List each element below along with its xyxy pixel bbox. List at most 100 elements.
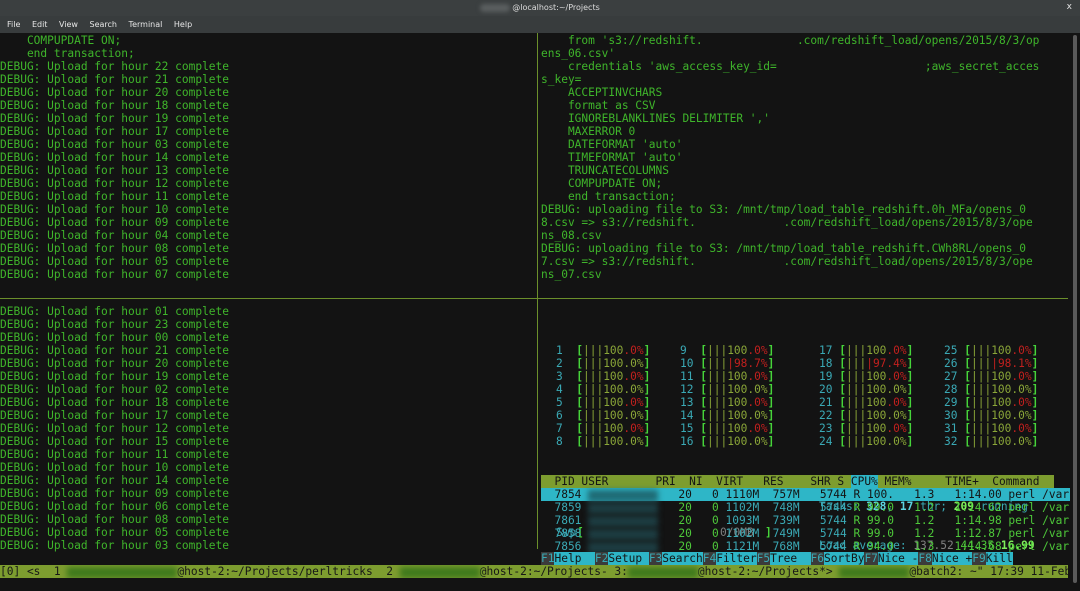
meter-bracket: ] bbox=[767, 370, 775, 383]
fkey-setup[interactable]: F2Setup bbox=[594, 552, 649, 565]
meter-bar: ||| bbox=[706, 422, 728, 435]
fkey-label: Tree bbox=[770, 552, 811, 565]
meter-bracket: ] bbox=[767, 344, 775, 357]
fkey-number: F6 bbox=[810, 552, 825, 565]
pane-divider-vertical[interactable] bbox=[537, 33, 538, 549]
scrollbar-thumb[interactable] bbox=[1073, 35, 1077, 583]
output-line: from 's3://redshift. .com/redshift_load/… bbox=[541, 34, 1040, 47]
window-1-tab[interactable]: 1 @host-2:~/Projects/perltricks bbox=[54, 565, 380, 578]
process-stats: R 99.0 1.2 1:14.62 perl /var bbox=[846, 501, 1070, 514]
cpu-percent: 97.4% bbox=[872, 357, 907, 370]
fkey-sortby[interactable]: F6SortBy bbox=[810, 552, 865, 565]
cpu-id: 20 bbox=[819, 383, 840, 396]
cpu-meters: 1 [|||100.0%] 9 [|||100.0%] 17 [|||100.0%]… bbox=[540, 344, 1070, 448]
cpu-meter-row: 4 [|||100.0%] 12 [|||100.0%] 20 [|||100.0%… bbox=[540, 383, 1070, 396]
meter-bracket: [ bbox=[576, 383, 583, 396]
cpu-percent: .0% bbox=[886, 383, 907, 396]
fkey-kill[interactable]: F9Kill bbox=[972, 552, 1013, 565]
cpu-id: 4 bbox=[556, 383, 577, 396]
process-row[interactable]: 7859 20 0 1102M 748M 5744 R 99.0 1.2 1:1… bbox=[541, 501, 1070, 514]
process-ni: 0 bbox=[691, 527, 719, 540]
menu-file[interactable]: File bbox=[7, 16, 20, 29]
meter-bracket: [ bbox=[576, 370, 583, 383]
meter-bar: ||| bbox=[706, 396, 728, 409]
fkey-label: Nice - bbox=[877, 552, 919, 565]
cpu-percent: .0% bbox=[623, 357, 644, 370]
fkey-nice[interactable]: F7Nice - bbox=[864, 552, 919, 565]
process-pid: 7854 bbox=[541, 488, 589, 501]
process-row[interactable]: 7858 20 0 1102M 749M 5744 R 99.0 1.2 1:1… bbox=[541, 527, 1070, 540]
meter-bracket: ] bbox=[1031, 396, 1039, 409]
column-cpu-sorted[interactable]: CPU% bbox=[850, 475, 878, 488]
pane-top-left[interactable]: COMPUPDATE ON; end transaction; DEBUG: Up… bbox=[0, 34, 536, 296]
status-date: 11-Feb-16 bbox=[1030, 565, 1068, 578]
menu-terminal[interactable]: Terminal bbox=[129, 16, 163, 29]
fkey-tree[interactable]: F5Tree bbox=[756, 552, 811, 565]
menu-search[interactable]: Search bbox=[90, 16, 117, 29]
cpu-percent: .0% bbox=[747, 383, 768, 396]
process-row[interactable]: 7854 20 0 1110M 757M 5744 R 100. 1.3 1:1… bbox=[541, 488, 1070, 501]
output-line: DEBUG: Upload for hour 01 complete bbox=[0, 305, 230, 318]
meter-bracket: [ bbox=[700, 396, 707, 409]
output-line: IGNOREBLANKLINES DELIMITER ',' bbox=[541, 112, 771, 125]
output-line: DEBUG: Upload for hour 21 complete bbox=[0, 344, 230, 357]
meter-bar: ||| bbox=[970, 357, 992, 370]
cpu-id: 13 bbox=[680, 396, 701, 409]
cpu-meter: 30 [|||100.0%] bbox=[944, 409, 1038, 422]
cpu-percent: 100 bbox=[991, 409, 1012, 422]
pane-top-right[interactable]: from 's3://redshift. .com/redshift_load/… bbox=[541, 34, 1070, 296]
menu-help[interactable]: Help bbox=[174, 16, 192, 29]
cpu-percent: 100 bbox=[991, 370, 1012, 383]
output-line: DEBUG: Upload for hour 23 complete bbox=[0, 318, 230, 331]
close-icon[interactable]: x bbox=[1067, 2, 1072, 12]
fkey-label: Filter bbox=[716, 552, 757, 565]
cpu-id: 26 bbox=[944, 357, 965, 370]
process-memory: 1102M 748M 5744 bbox=[718, 501, 847, 514]
pane-bottom-left[interactable]: DEBUG: Upload for hour 01 complete DEBUG:… bbox=[0, 305, 536, 560]
cpu-meter: 10 [||||98.7%] bbox=[680, 357, 774, 370]
fkey-label: Nice + bbox=[931, 552, 973, 565]
cpu-meter: 25 [|||100.0%] bbox=[944, 344, 1038, 357]
cpu-id: 18 bbox=[819, 357, 840, 370]
meter-bracket: [ bbox=[839, 409, 846, 422]
process-row[interactable]: 7861 20 0 1093M 739M 5744 R 99.0 1.2 1:1… bbox=[541, 514, 1070, 527]
output-line: 8.csv => s3://redshift. .com/redshift_lo… bbox=[541, 216, 1033, 229]
cpu-id: 10 bbox=[680, 357, 701, 370]
output-line: DEBUG: Upload for hour 08 complete bbox=[0, 513, 230, 526]
cpu-meter: 21 [|||100.0%] bbox=[819, 396, 913, 409]
cpu-percent: 100 bbox=[603, 409, 624, 422]
meter-bracket: [ bbox=[576, 396, 583, 409]
fkey-nice[interactable]: F8Nice + bbox=[918, 552, 973, 565]
output-line: credentials 'aws_access_key_id= ;aws_sec… bbox=[541, 60, 1040, 73]
fkey-label: Kill bbox=[985, 552, 1013, 565]
process-ni: 0 bbox=[691, 514, 719, 527]
meter-bracket: [ bbox=[964, 370, 971, 383]
window-3-tab[interactable]: 3: @host-2:~/Projects*> bbox=[614, 565, 832, 578]
meter-bracket: [ bbox=[700, 357, 707, 370]
output-line: ns_07.csv bbox=[541, 268, 602, 281]
host-title: @batch2: ~" bbox=[909, 565, 984, 578]
meter-bar: ||| bbox=[845, 370, 867, 383]
meter-bar: ||| bbox=[845, 383, 867, 396]
meter-bracket: ] bbox=[643, 435, 651, 448]
redacted-user bbox=[588, 541, 659, 553]
terminal-scrollbar[interactable] bbox=[1070, 33, 1080, 587]
pane-divider-horizontal[interactable] bbox=[0, 298, 1068, 299]
cpu-meter: 4 [|||100.0%] bbox=[556, 383, 650, 396]
cpu-id: 6 bbox=[556, 409, 577, 422]
window-2-tab[interactable]: 2 @host-2:~/Projects- bbox=[386, 565, 614, 578]
menu-edit[interactable]: Edit bbox=[32, 16, 48, 29]
cpu-id: 5 bbox=[556, 396, 577, 409]
fkey-filter[interactable]: F4Filter bbox=[702, 552, 757, 565]
fkey-search[interactable]: F3Search bbox=[648, 552, 703, 565]
menu-view[interactable]: View bbox=[59, 16, 78, 29]
output-line: s_key= bbox=[541, 73, 582, 86]
meter-bar: ||| bbox=[706, 370, 728, 383]
output-line: DEBUG: Upload for hour 12 complete bbox=[0, 177, 230, 190]
fkey-help[interactable]: F1Help bbox=[541, 552, 595, 565]
cpu-meter: 23 [|||100.0%] bbox=[819, 422, 913, 435]
cpu-meter: 7 [|||100.0%] bbox=[556, 422, 650, 435]
cpu-percent: .0% bbox=[747, 370, 768, 383]
cpu-meter: 16 [|||100.0%] bbox=[680, 435, 774, 448]
cpu-percent: 100 bbox=[866, 383, 887, 396]
